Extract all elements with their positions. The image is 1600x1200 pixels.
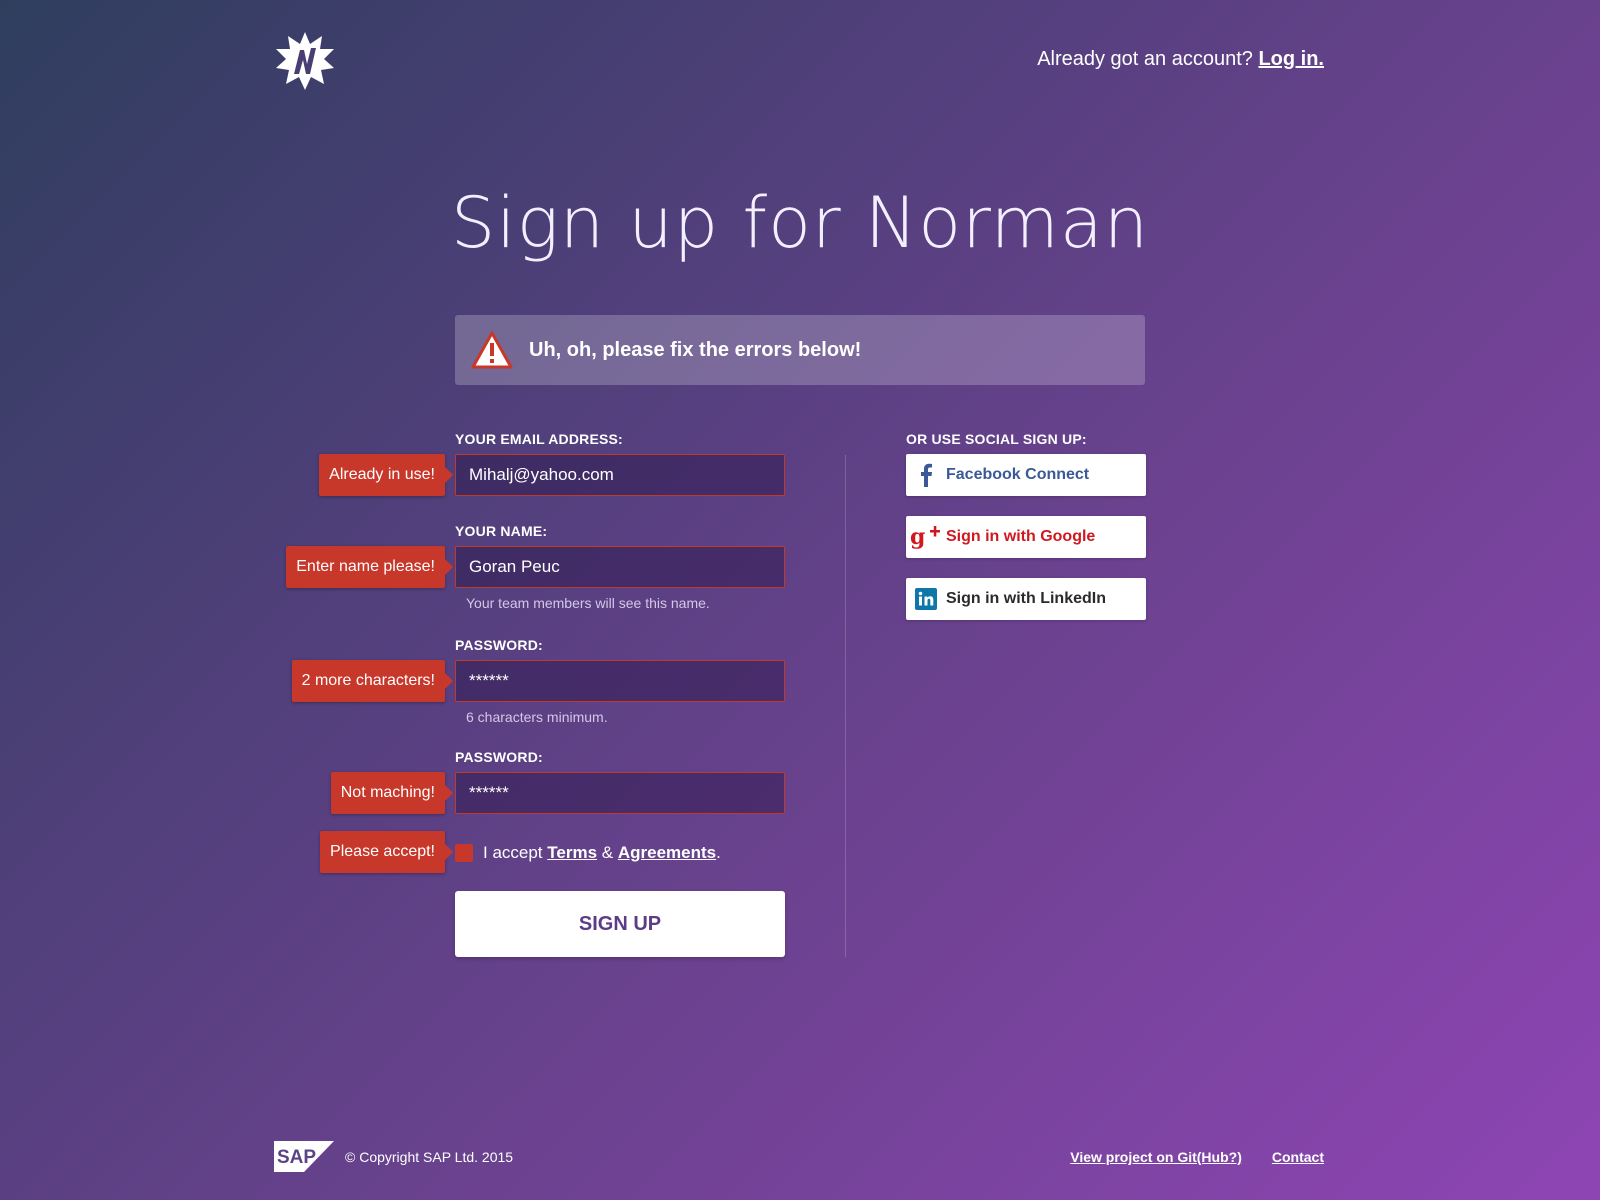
linkedin-icon <box>906 588 946 610</box>
password-field[interactable]: ****** <box>455 660 785 702</box>
footer-links: View project on Git(Hub?) Contact <box>1070 1149 1324 1165</box>
svg-text:g: g <box>910 524 925 550</box>
google-signin-button[interactable]: g Sign in with Google <box>906 516 1146 558</box>
sap-logo: SAP <box>274 1141 334 1177</box>
email-error-tooltip: Already in use! <box>319 454 453 496</box>
terms-error-tooltip: Please accept! <box>320 831 453 873</box>
terms-suffix: . <box>716 843 721 862</box>
norman-logo-icon[interactable] <box>274 30 336 92</box>
sign-up-button[interactable]: SIGN UP <box>455 891 785 957</box>
linkedin-signin-button[interactable]: Sign in with LinkedIn <box>906 578 1146 620</box>
password-confirm-field[interactable]: ****** <box>455 772 785 814</box>
github-link[interactable]: View project on Git(Hub?) <box>1070 1149 1242 1165</box>
terms-amp: & <box>601 843 614 862</box>
password-confirm-label: PASSWORD: <box>455 749 543 765</box>
page-title: Sign up for Norman <box>450 182 1150 264</box>
google-signin-label: Sign in with Google <box>946 528 1096 545</box>
email-field[interactable]: Mihalj@yahoo.com <box>455 454 785 496</box>
login-link[interactable]: Log in. <box>1258 48 1324 70</box>
terms-prefix: I accept <box>483 843 543 862</box>
svg-text:SAP: SAP <box>277 1147 316 1168</box>
password-label: PASSWORD: <box>455 637 543 653</box>
agreements-link[interactable]: Agreements <box>618 843 716 863</box>
name-field[interactable]: Goran Peuc <box>455 546 785 588</box>
facebook-connect-label: Facebook Connect <box>946 466 1090 483</box>
password-hint: 6 characters minimum. <box>466 709 608 725</box>
terms-row: I accept Terms & Agreements . <box>455 843 721 863</box>
error-alert: Uh, oh, please fix the errors below! <box>455 315 1145 385</box>
name-error-tooltip: Enter name please! <box>286 546 453 588</box>
warning-triangle-icon <box>471 331 513 369</box>
facebook-icon <box>906 463 946 487</box>
email-label: YOUR EMAIL ADDRESS: <box>455 431 623 447</box>
terms-checkbox[interactable] <box>455 844 473 862</box>
password-error-tooltip: 2 more characters! <box>291 660 454 702</box>
facebook-connect-button[interactable]: Facebook Connect <box>906 454 1146 496</box>
linkedin-signin-label: Sign in with LinkedIn <box>946 590 1106 607</box>
name-label: YOUR NAME: <box>455 523 548 539</box>
google-plus-icon: g <box>906 524 946 550</box>
login-prompt: Already got an account? Log in. <box>1037 48 1324 71</box>
account-prompt-text: Already got an account? <box>1037 48 1253 70</box>
social-label: OR USE SOCIAL SIGN UP: <box>906 431 1087 447</box>
copyright-text: © Copyright SAP Ltd. 2015 <box>345 1149 514 1165</box>
password-confirm-error-tooltip: Not maching! <box>330 772 454 814</box>
name-hint: Your team members will see this name. <box>466 595 710 611</box>
column-divider <box>845 455 846 957</box>
contact-link[interactable]: Contact <box>1272 1149 1324 1165</box>
terms-link[interactable]: Terms <box>547 843 597 863</box>
alert-message: Uh, oh, please fix the errors below! <box>529 338 862 361</box>
